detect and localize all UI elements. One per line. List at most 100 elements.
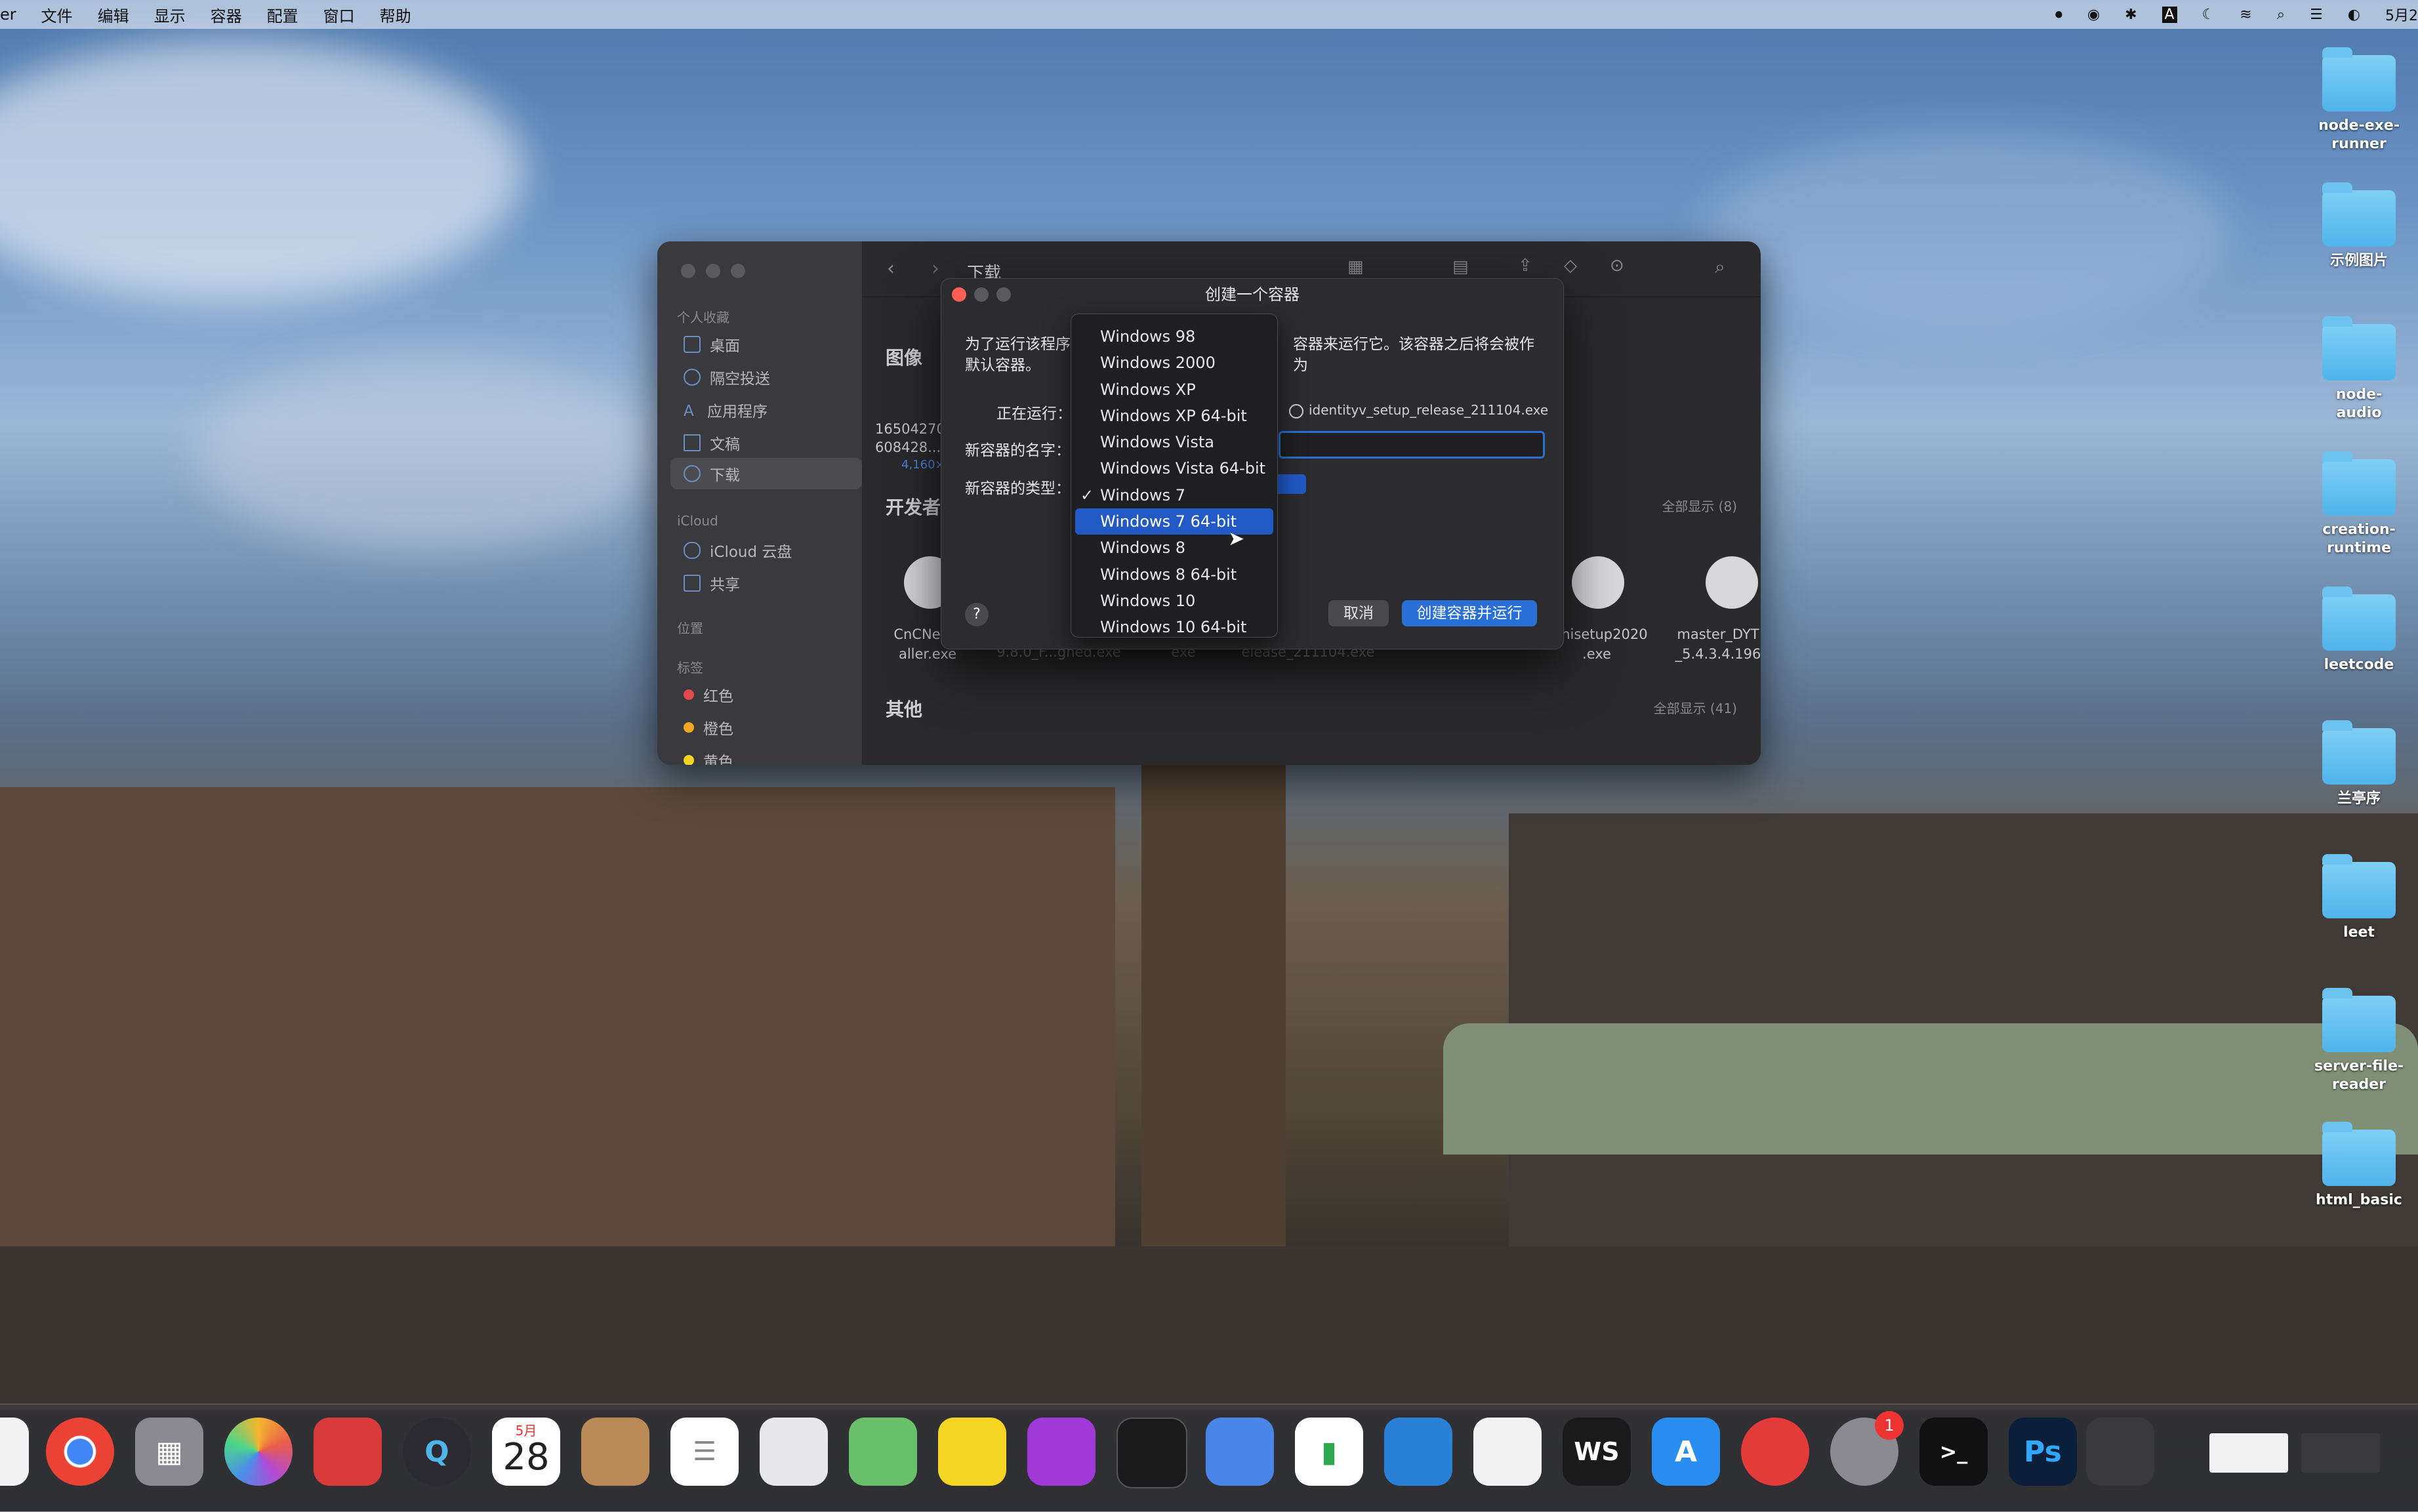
keynote-app-icon[interactable] xyxy=(1206,1418,1274,1486)
minimize-window-button[interactable] xyxy=(706,264,720,278)
exe-gear-icon[interactable] xyxy=(1572,556,1624,609)
dialog-minimize-button[interactable] xyxy=(974,287,989,302)
sidebar-item-icloud-drive[interactable]: iCloud 云盘 xyxy=(684,539,792,562)
webstorm-app-icon[interactable]: WS xyxy=(1563,1418,1631,1486)
menu-app-name[interactable]: er xyxy=(0,5,16,24)
zoom-window-button[interactable] xyxy=(731,264,745,278)
terminal-app-icon[interactable]: >_ xyxy=(1919,1418,1988,1486)
sidebar-item-shared[interactable]: 共享 xyxy=(684,572,740,594)
photoshop-app-icon[interactable]: Ps xyxy=(2009,1418,2077,1486)
menu-file[interactable]: 文件 xyxy=(41,3,73,26)
sidebar-item-airdrop[interactable]: 隔空投送 xyxy=(684,366,770,388)
spotlight-search-icon[interactable]: ⌕ xyxy=(2277,7,2285,23)
desktop-folder[interactable]: node-audio xyxy=(2314,316,2404,422)
menu-container[interactable]: 容器 xyxy=(211,3,242,26)
sidebar-tag-orange[interactable]: 橙色 xyxy=(684,716,733,739)
photos-app-icon[interactable] xyxy=(224,1418,293,1486)
activity-monitor-app-icon[interactable] xyxy=(1117,1418,1187,1488)
bluetooth-icon[interactable]: ✱ xyxy=(2125,7,2137,23)
menubar-date[interactable]: 5月2 xyxy=(2385,4,2418,25)
dropdown-option[interactable]: Windows 8 64-bit xyxy=(1071,562,1277,588)
finder-app-icon[interactable] xyxy=(0,1418,29,1486)
contacts-app-icon[interactable] xyxy=(581,1418,649,1486)
show-all-other-link[interactable]: 全部显示 (41) xyxy=(1654,698,1737,717)
sidebar-tag-yellow[interactable]: 黄色 xyxy=(684,749,733,765)
menu-help[interactable]: 帮助 xyxy=(380,3,411,26)
file-name[interactable]: 16504270 xyxy=(875,421,945,437)
desktop-folder[interactable]: 示例图片 xyxy=(2314,182,2404,270)
notes-app-icon[interactable] xyxy=(938,1418,1006,1486)
view-mode-icon[interactable]: ▦ xyxy=(1347,257,1364,277)
create-and-run-button[interactable]: 创建容器并运行 xyxy=(1402,600,1537,626)
close-window-button[interactable] xyxy=(681,264,695,278)
file-name[interactable]: master_DYT _5.4.3.4.196 xyxy=(1662,624,1761,664)
maps-app-icon[interactable] xyxy=(849,1418,917,1486)
group-icon[interactable]: ▤ xyxy=(1452,257,1469,277)
menu-edit[interactable]: 编辑 xyxy=(98,3,129,26)
sidebar-item-desktop[interactable]: 桌面 xyxy=(684,333,740,356)
photo-booth-app-icon[interactable] xyxy=(314,1418,382,1486)
sidebar-item-documents[interactable]: 文稿 xyxy=(684,432,740,454)
numbers-app-icon[interactable]: ▮ xyxy=(1295,1418,1363,1486)
window-thumbnail[interactable] xyxy=(2209,1433,2288,1473)
podcasts-app-icon[interactable] xyxy=(1027,1418,1096,1486)
netease-music-app-icon[interactable] xyxy=(1741,1418,1809,1486)
desktop-folder[interactable]: node-exe- runner xyxy=(2314,47,2404,153)
app-store-icon[interactable]: A xyxy=(1652,1418,1720,1486)
desktop-folder[interactable]: leetcode xyxy=(2314,586,2404,674)
window-thumbnail[interactable] xyxy=(2301,1433,2380,1473)
dropdown-option[interactable]: Windows XP xyxy=(1071,377,1277,403)
dropdown-option[interactable]: Windows XP 64-bit xyxy=(1071,403,1277,429)
dropdown-option[interactable]: Windows 8 xyxy=(1071,535,1277,561)
sidebar-item-applications[interactable]: A 应用程序 xyxy=(684,399,768,421)
dialog-zoom-button[interactable] xyxy=(996,287,1011,302)
dropdown-option[interactable]: Windows Vista 64-bit xyxy=(1071,455,1277,481)
dropdown-option[interactable]: Windows 2000 xyxy=(1071,350,1277,376)
dropdown-option[interactable]: Windows Vista xyxy=(1071,429,1277,455)
search-icon[interactable]: ⌕ xyxy=(1715,256,1725,278)
exe-gear-icon[interactable] xyxy=(1706,556,1758,609)
sidebar-tag-red[interactable]: 红色 xyxy=(684,684,733,706)
tag-icon[interactable]: ◇ xyxy=(1564,256,1577,276)
help-button[interactable]: ? xyxy=(965,603,989,626)
file-name[interactable]: 608428... xyxy=(875,439,941,455)
dropdown-option-checked[interactable]: ✓ Windows 7 xyxy=(1071,482,1277,508)
dialog-close-button[interactable] xyxy=(952,287,966,302)
desktop-folder[interactable]: server-file- reader xyxy=(2314,988,2404,1094)
back-chevron-icon[interactable]: ‹ xyxy=(887,257,895,280)
container-name-input[interactable] xyxy=(1279,431,1545,459)
input-method-icon[interactable]: A xyxy=(2162,6,2177,23)
sidebar-item-downloads[interactable]: 下载 xyxy=(670,458,862,489)
show-all-developer-link[interactable]: 全部显示 (8) xyxy=(1662,496,1737,515)
crossover-app-icon[interactable] xyxy=(2086,1418,2154,1486)
calendar-app-icon[interactable]: 5月 28 xyxy=(492,1418,560,1486)
control-center-icon[interactable]: ☰ xyxy=(2310,7,2323,23)
vscode-app-icon[interactable] xyxy=(1384,1418,1452,1486)
wifi-icon[interactable]: ≋ xyxy=(2240,7,2251,23)
crossover-icon[interactable]: ◉ xyxy=(2087,7,2100,23)
quicktime-app-icon[interactable]: Q xyxy=(403,1418,471,1486)
dropdown-option[interactable]: Windows 10 64-bit xyxy=(1071,614,1277,640)
dropdown-option[interactable]: Windows 98 xyxy=(1071,323,1277,350)
focus-moon-icon[interactable]: ☾ xyxy=(2202,7,2215,23)
desktop-folder[interactable]: 兰亭序 xyxy=(2314,720,2404,808)
desktop-folder[interactable]: leet xyxy=(2314,854,2404,942)
pages-app-icon[interactable] xyxy=(1473,1418,1542,1486)
desktop-folder[interactable]: creation- runtime xyxy=(2314,451,2404,558)
record-icon[interactable]: ⏺ xyxy=(2055,7,2062,23)
forward-chevron-icon[interactable]: › xyxy=(932,257,939,280)
menu-config[interactable]: 配置 xyxy=(267,3,298,26)
more-options-icon[interactable]: ⊙ xyxy=(1610,256,1624,276)
textedit-app-icon[interactable] xyxy=(760,1418,828,1486)
launchpad-app-icon[interactable]: ▦ xyxy=(135,1418,203,1486)
desktop-folder[interactable]: html_basic xyxy=(2314,1122,2404,1210)
container-type-select[interactable] xyxy=(1273,474,1306,494)
share-icon[interactable]: ⇪ xyxy=(1518,256,1532,276)
system-settings-app-icon[interactable]: 1 xyxy=(1830,1411,1904,1486)
menu-window[interactable]: 窗口 xyxy=(323,3,355,26)
menu-view[interactable]: 显示 xyxy=(154,3,186,26)
cancel-button[interactable]: 取消 xyxy=(1328,600,1389,626)
reminders-app-icon[interactable]: ☰ xyxy=(670,1418,739,1486)
chrome-app-icon[interactable] xyxy=(46,1418,114,1486)
dropdown-option[interactable]: Windows 10 xyxy=(1071,588,1277,614)
